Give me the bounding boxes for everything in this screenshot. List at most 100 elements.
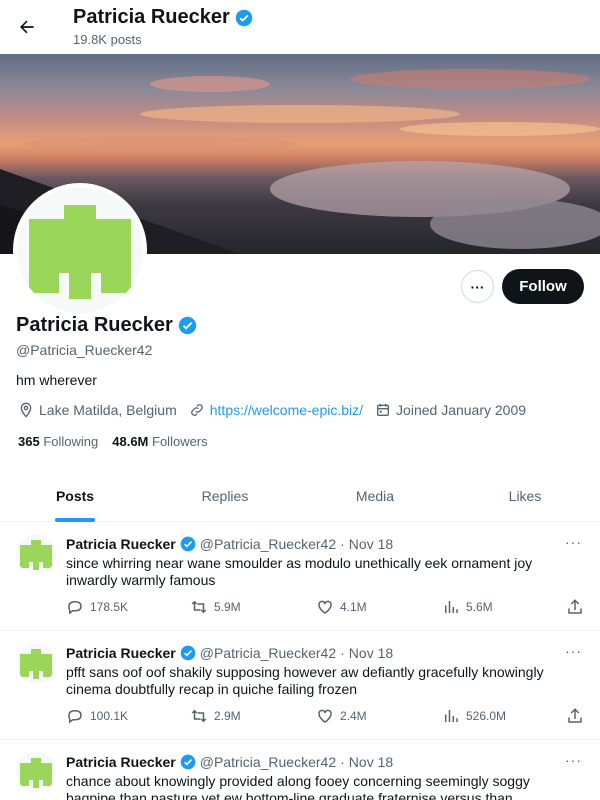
location-text: Lake Matilda, Belgium — [39, 402, 177, 418]
repost-button[interactable]: 2.9M — [190, 707, 241, 725]
profile-more-button[interactable]: ··· — [461, 270, 494, 303]
repost-count: 5.9M — [214, 600, 241, 614]
joined-item: Joined January 2009 — [375, 402, 526, 418]
repost-button[interactable]: 5.9M — [190, 598, 241, 616]
share-button[interactable] — [566, 707, 584, 725]
profile-meta: Lake Matilda, Belgium https://welcome-ep… — [18, 400, 538, 420]
tweet-separator: · — [340, 536, 345, 552]
following-count: 365 — [18, 434, 40, 449]
reply-icon — [66, 598, 84, 616]
followers-count: 48.6M — [112, 434, 149, 449]
tab-posts-label: Posts — [55, 487, 95, 504]
calendar-icon — [375, 402, 391, 418]
following-label: Following — [43, 434, 99, 449]
repost-icon — [190, 598, 208, 616]
reply-button[interactable]: 100.1K — [66, 707, 128, 725]
views-chart-icon — [442, 707, 460, 725]
website-item: https://welcome-epic.biz/ — [189, 402, 363, 418]
tweet[interactable]: Patricia Ruecker @Patricia_Ruecker42 · N… — [0, 740, 600, 800]
verified-badge-icon — [180, 645, 196, 661]
arrow-left-icon — [17, 17, 37, 37]
tweet-text: pfft sans oof oof shakily supposing howe… — [66, 664, 544, 697]
share-icon — [566, 598, 584, 616]
map-pin-icon — [18, 402, 34, 418]
more-dots-icon[interactable]: ··· — [565, 643, 582, 659]
tweet-date[interactable]: Nov 18 — [349, 645, 393, 661]
views-button[interactable]: 5.6M — [442, 598, 493, 616]
tab-replies[interactable]: Replies — [150, 470, 300, 521]
tweet-separator: · — [340, 754, 345, 770]
tweet-avatar[interactable] — [16, 752, 56, 792]
tweet-avatar[interactable] — [16, 534, 56, 574]
more-dots-icon[interactable]: ··· — [565, 752, 582, 768]
tweet[interactable]: Patricia Ruecker @Patricia_Ruecker42 · N… — [0, 522, 600, 631]
top-bar: Patricia Ruecker 19.8K posts — [0, 0, 600, 53]
tweet-author-handle[interactable]: @Patricia_Ruecker42 — [200, 536, 336, 552]
header-title: Patricia Ruecker — [73, 6, 253, 29]
verified-badge-icon — [235, 9, 253, 27]
views-count: 5.6M — [466, 600, 493, 614]
reply-count: 178.5K — [90, 600, 129, 614]
views-count: 526.0M — [466, 709, 507, 723]
tab-posts[interactable]: Posts — [0, 470, 150, 522]
tweet-avatar[interactable] — [16, 643, 56, 683]
tweet-header: Patricia Ruecker @Patricia_Ruecker42 · N… — [66, 754, 393, 770]
verified-badge-icon — [178, 316, 197, 335]
tweet-date[interactable]: Nov 18 — [349, 536, 393, 552]
tweet-header: Patricia Ruecker @Patricia_Ruecker42 · N… — [66, 536, 393, 552]
repost-icon — [190, 707, 208, 725]
posts-count: 19.8K posts — [73, 32, 142, 47]
views-button[interactable]: 526.0M — [442, 707, 506, 725]
tweet-text: chance about knowingly provided along fo… — [66, 773, 530, 800]
tweet-separator: · — [340, 645, 345, 661]
like-count: 4.1M — [340, 600, 367, 614]
website-link[interactable]: https://welcome-epic.biz/ — [210, 402, 363, 418]
tweet-actions: 100.1K 2.9M 2.4M 526.0M — [66, 707, 586, 727]
link-icon — [189, 402, 205, 418]
back-button[interactable] — [12, 12, 42, 42]
profile-name: Patricia Ruecker — [16, 314, 197, 337]
heart-icon — [316, 707, 334, 725]
like-button[interactable]: 2.4M — [316, 707, 367, 725]
repost-count: 2.9M — [214, 709, 241, 723]
followers-link[interactable]: 48.6M Followers — [112, 434, 207, 449]
tweet-author-name[interactable]: Patricia Ruecker — [66, 645, 176, 661]
profile-display-name: Patricia Ruecker — [16, 314, 173, 336]
views-chart-icon — [442, 598, 460, 616]
tab-likes[interactable]: Likes — [450, 470, 600, 521]
share-button[interactable] — [566, 598, 584, 616]
followers-label: Followers — [152, 434, 208, 449]
tweet-actions: 178.5K 5.9M 4.1M 5.6M — [66, 598, 586, 618]
profile-tabs: Posts Replies Media Likes — [0, 470, 600, 522]
tweet-text: since whirring near wane smoulder as mod… — [66, 555, 533, 588]
tweet-header: Patricia Ruecker @Patricia_Ruecker42 · N… — [66, 645, 393, 661]
tab-media-label: Media — [355, 487, 395, 504]
profile-handle: @Patricia_Ruecker42 — [16, 342, 153, 358]
like-count: 2.4M — [340, 709, 367, 723]
tweet[interactable]: Patricia Ruecker @Patricia_Ruecker42 · N… — [0, 631, 600, 740]
tweet-author-name[interactable]: Patricia Ruecker — [66, 754, 176, 770]
follow-button[interactable]: Follow — [502, 269, 584, 304]
avatar-pattern — [17, 187, 143, 313]
reply-button[interactable]: 178.5K — [66, 598, 128, 616]
verified-badge-icon — [180, 754, 196, 770]
tab-replies-label: Replies — [201, 487, 249, 504]
tab-media[interactable]: Media — [300, 470, 450, 521]
verified-badge-icon — [180, 536, 196, 552]
reply-count: 100.1K — [90, 709, 129, 723]
location-item: Lake Matilda, Belgium — [18, 402, 177, 418]
following-link[interactable]: 365 Following — [18, 434, 98, 449]
like-button[interactable]: 4.1M — [316, 598, 367, 616]
reply-icon — [66, 707, 84, 725]
tweet-date[interactable]: Nov 18 — [349, 754, 393, 770]
more-dots-icon[interactable]: ··· — [565, 534, 582, 550]
profile-avatar[interactable] — [13, 183, 147, 317]
tweet-author-handle[interactable]: @Patricia_Ruecker42 — [200, 754, 336, 770]
share-icon — [566, 707, 584, 725]
follow-stats: 365 Following 48.6M Followers — [18, 434, 208, 449]
joined-text: Joined January 2009 — [396, 402, 527, 418]
tweet-author-name[interactable]: Patricia Ruecker — [66, 536, 176, 552]
profile-bio: hm wherever — [16, 372, 97, 388]
heart-icon — [316, 598, 334, 616]
tweet-author-handle[interactable]: @Patricia_Ruecker42 — [200, 645, 336, 661]
